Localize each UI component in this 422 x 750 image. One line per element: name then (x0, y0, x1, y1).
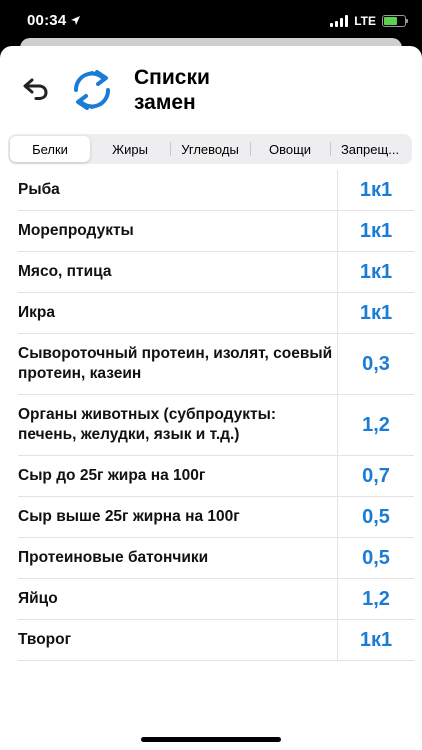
list-item[interactable]: Творог 1к1 (18, 620, 414, 661)
item-value: 1к1 (359, 178, 393, 201)
header: Списки замен (0, 46, 422, 130)
list-item[interactable]: Сыр выше 25г жирна на 100г 0,5 (18, 497, 414, 538)
tab-zapreshchennye[interactable]: Запрещ... (330, 136, 410, 162)
modal-sheet: Списки замен Белки Жиры Углеводы Овощи З… (0, 46, 422, 750)
back-button[interactable] (22, 76, 50, 102)
list-item[interactable]: Икра 1к1 (18, 293, 414, 334)
tab-zhiry[interactable]: Жиры (90, 136, 170, 162)
list-item[interactable]: Протеиновые батончики 0,5 (18, 538, 414, 579)
item-name: Сывороточный протеин, изолят, соевый про… (18, 334, 338, 394)
location-arrow-icon (71, 16, 81, 25)
undo-arrow-icon (23, 78, 48, 100)
item-name: Сыр до 25г жира на 100г (18, 456, 338, 496)
item-value: 0,7 (362, 464, 390, 487)
item-value: 0,5 (362, 546, 390, 569)
list-item[interactable]: Морепродукты 1к1 (18, 211, 414, 252)
substitution-list: Рыба 1к1 Морепродукты 1к1 Мясо, птица 1к… (18, 170, 414, 661)
status-indicators: LTE (330, 14, 408, 28)
item-value: 1к1 (359, 301, 393, 324)
list-item[interactable]: Яйцо 1,2 (18, 579, 414, 620)
list-item[interactable]: Органы животных (субпродукты: печень, же… (18, 395, 414, 456)
status-time: 00:34 (27, 12, 81, 29)
item-name: Рыба (18, 170, 338, 210)
item-value: 0,3 (362, 352, 390, 375)
category-tabs: Белки Жиры Углеводы Овощи Запрещ... (8, 134, 412, 164)
item-name: Сыр выше 25г жирна на 100г (18, 497, 338, 537)
list-item[interactable]: Рыба 1к1 (18, 170, 414, 211)
list-item[interactable]: Мясо, птица 1к1 (18, 252, 414, 293)
tab-uglevody[interactable]: Углеводы (170, 136, 250, 162)
network-type: LTE (354, 14, 376, 28)
item-value: 0,5 (362, 505, 390, 528)
item-name: Яйцо (18, 579, 338, 619)
list-item[interactable]: Сывороточный протеин, изолят, соевый про… (18, 334, 414, 395)
item-name: Икра (18, 293, 338, 333)
item-value: 1к1 (359, 219, 393, 242)
list-item[interactable]: Сыр до 25г жира на 100г 0,7 (18, 456, 414, 497)
title-line-1: Списки (134, 66, 210, 89)
tab-ovoshchi[interactable]: Овощи (250, 136, 330, 162)
sync-icon[interactable] (66, 68, 118, 112)
clock: 00:34 (27, 12, 67, 29)
home-indicator[interactable] (141, 737, 281, 742)
item-value: 1,2 (362, 587, 390, 610)
item-value: 1к1 (359, 260, 393, 283)
item-name: Творог (18, 620, 338, 660)
item-value: 1к1 (359, 628, 393, 651)
battery-icon (382, 15, 408, 27)
item-value: 1,2 (362, 413, 390, 436)
cellular-signal-icon (330, 15, 349, 27)
item-name: Протеиновые батончики (18, 538, 338, 578)
item-name: Органы животных (субпродукты: печень, же… (18, 395, 338, 455)
page-title: Списки замен (134, 65, 334, 115)
battery-level (384, 17, 397, 25)
item-name: Мясо, птица (18, 252, 338, 292)
title-line-2: замен (134, 91, 196, 114)
item-name: Морепродукты (18, 211, 338, 251)
tab-belki[interactable]: Белки (10, 136, 90, 162)
